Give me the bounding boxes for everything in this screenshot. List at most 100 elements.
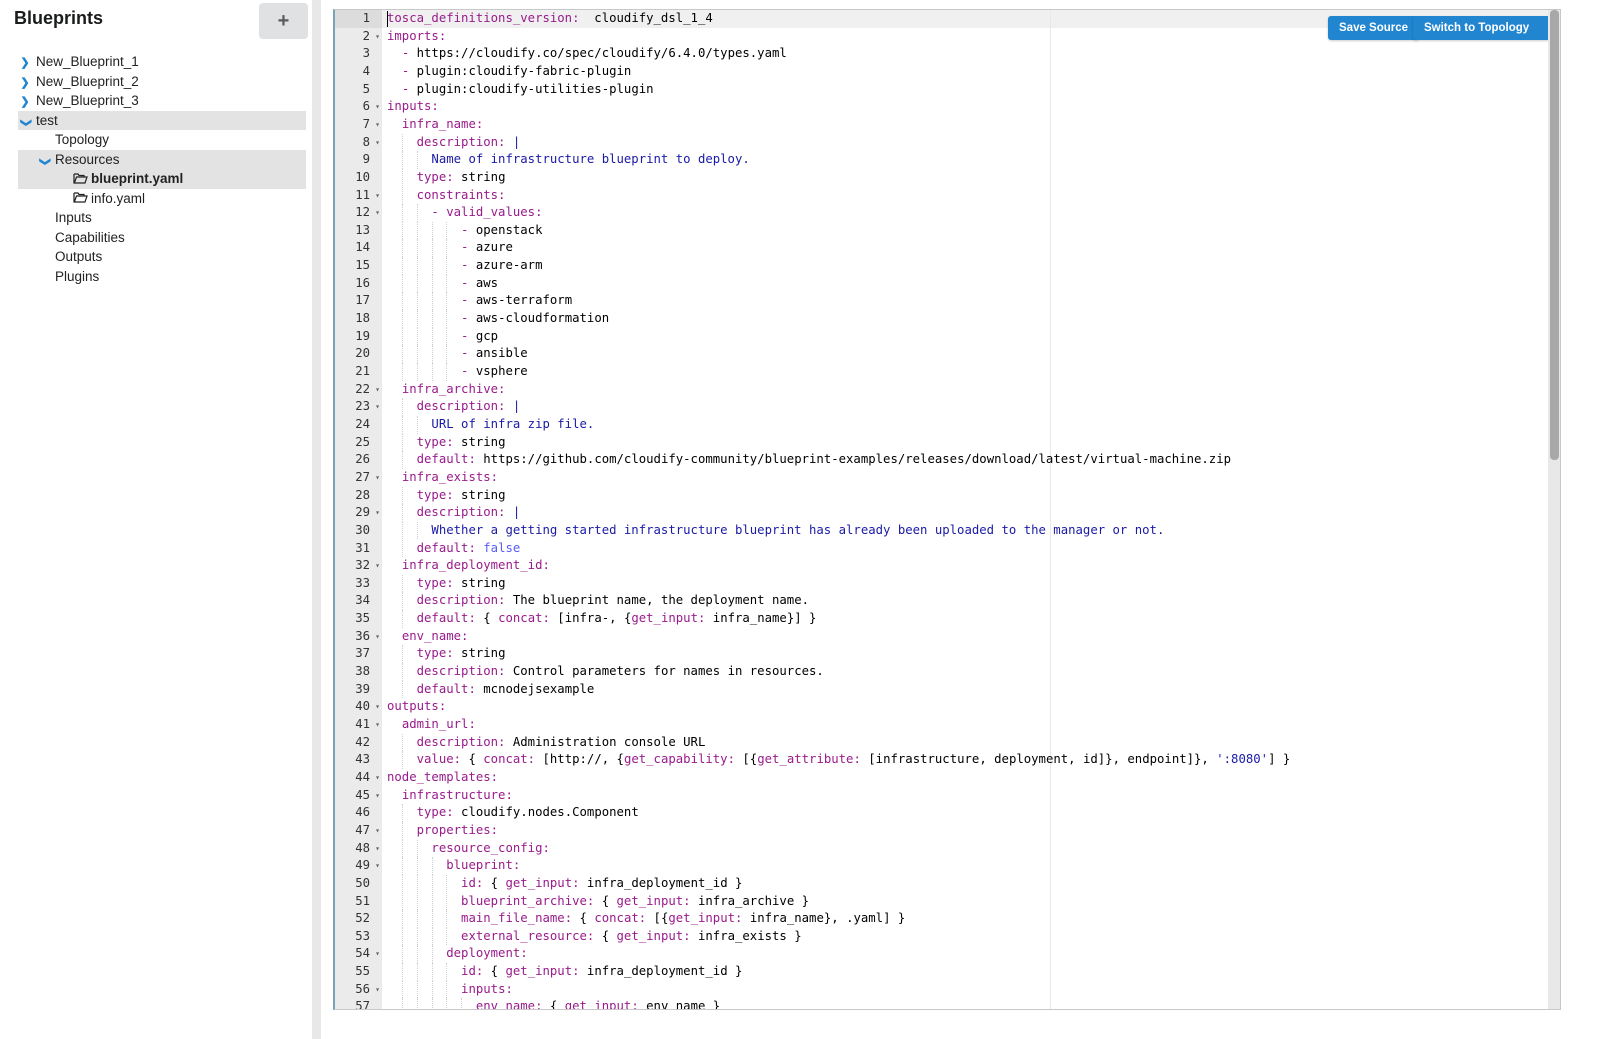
indent-guide [401, 186, 403, 205]
tree-item-label: New_Blueprint_1 [36, 54, 139, 69]
fold-toggle-icon[interactable]: ▾ [375, 134, 380, 152]
add-blueprint-button[interactable]: + [259, 3, 308, 39]
fold-toggle-icon[interactable]: ▾ [375, 116, 380, 134]
line-number: 11 ▾ [335, 187, 382, 205]
yaml-value-token: string [453, 487, 506, 502]
indent-guide [401, 504, 403, 522]
line-number-text: 51 [355, 893, 370, 908]
code-line: default: false [387, 540, 521, 558]
code-area[interactable]: tosca_definitions_version: cloudify_dsl_… [382, 10, 1560, 1009]
code-line: env_name: [387, 628, 469, 646]
tree-item-new-blueprint-1[interactable]: ❯ New_Blueprint_1 [18, 52, 306, 72]
code-line: imports: [387, 28, 446, 46]
indent-guide [431, 857, 433, 875]
indent-guide [401, 451, 403, 469]
line-number: 48 ▾ [335, 840, 382, 858]
yaml-source-editor[interactable]: 1 2 ▾ 3 4 5 6 ▾ 7 ▾ 8 ▾ 9 10 11 ▾ 12 ▾ 13 14 15 16 17 18 19 20 21 2… [333, 9, 1561, 1010]
fold-toggle-icon[interactable]: ▾ [375, 28, 380, 46]
code-line: infra_deployment_id: [387, 557, 550, 575]
yaml-key-token: id: [461, 875, 484, 890]
fold-toggle-icon[interactable]: ▾ [375, 398, 380, 416]
fold-toggle-icon[interactable]: ▾ [375, 628, 380, 646]
tree-item-inputs[interactable]: Inputs [18, 208, 306, 228]
code-line: - ansible [387, 345, 528, 363]
code-line: - vsphere [387, 363, 528, 381]
yaml-value-token: azure-arm [475, 258, 543, 273]
line-number-text: 8 [362, 134, 370, 149]
fold-toggle-icon[interactable]: ▾ [375, 557, 380, 575]
switch-to-topology-button[interactable]: Switch to Topology view [1413, 16, 1560, 58]
indent-guide [401, 574, 403, 593]
code-line: Whether a getting started infrastructure… [387, 522, 1164, 540]
code-line: type: string [387, 434, 506, 452]
save-source-button[interactable]: Save Source [1328, 16, 1420, 40]
line-number: 24 [335, 416, 382, 434]
tree-item-blueprint-yaml[interactable]: blueprint.yaml [18, 169, 306, 189]
fold-toggle-icon[interactable]: ▾ [375, 698, 380, 716]
indent-guide [416, 910, 418, 928]
indent-guide [401, 874, 403, 893]
vertical-scrollbar[interactable] [1548, 10, 1560, 1009]
fold-toggle-icon[interactable]: ▾ [375, 945, 380, 963]
code-line: inputs: [387, 98, 439, 116]
line-number-text: 15 [355, 258, 370, 273]
yaml-string-token: | [505, 399, 521, 414]
fold-toggle-icon[interactable]: ▾ [375, 769, 380, 787]
line-number-text: 33 [355, 575, 370, 590]
yaml-value-token: infra_archive } [690, 893, 810, 908]
fold-toggle-icon[interactable]: ▾ [375, 840, 380, 858]
yaml-key-token: admin_url: [401, 717, 476, 731]
fold-toggle-icon[interactable]: ▾ [375, 857, 380, 875]
fold-toggle-icon[interactable]: ▾ [375, 787, 380, 805]
yaml-value-token: plugin:cloudify-utilities-plugin [416, 81, 654, 96]
chevron-down-icon[interactable]: ❯ [15, 115, 35, 129]
code-line: external_resource: { get_input: infra_ex… [387, 928, 802, 946]
indent-guide [416, 327, 418, 346]
tree-item-info-yaml[interactable]: info.yaml [18, 189, 306, 209]
line-number: 50 [335, 875, 382, 893]
indent-guide [401, 292, 403, 311]
yaml-key-token: default: [416, 540, 476, 555]
indent-guide [401, 733, 403, 752]
yaml-key-token: - [401, 63, 417, 78]
code-line: type: string [387, 575, 506, 593]
tree-item-test[interactable]: ❯ test [15, 110, 306, 130]
line-number-text: 49 [355, 858, 370, 873]
tree-item-capabilities[interactable]: Capabilities [18, 228, 306, 248]
tree-item-new-blueprint-2[interactable]: ❯ New_Blueprint_2 [18, 72, 306, 92]
tree-item-new-blueprint-3[interactable]: ❯ New_Blueprint_3 [18, 91, 306, 111]
tree-item-topology[interactable]: Topology [18, 130, 306, 150]
code-line: URL of infra zip file. [387, 416, 594, 434]
fold-toggle-icon[interactable]: ▾ [375, 469, 380, 487]
tree-item-resources[interactable]: ❯ Resources [18, 149, 306, 169]
fold-toggle-icon[interactable]: ▾ [375, 187, 380, 205]
indent-guide [401, 133, 403, 152]
blueprint-tree: ❯ New_Blueprint_1 ❯ New_Blueprint_2 ❯ New_B… [18, 52, 306, 286]
fold-toggle-icon[interactable]: ▾ [375, 381, 380, 399]
line-number-text: 52 [355, 911, 370, 926]
yaml-string-token: URL of infra zip file. [431, 416, 595, 431]
tree-item-outputs[interactable]: Outputs [18, 247, 306, 267]
line-number: 42 [335, 734, 382, 752]
resize-divider[interactable] [312, 0, 321, 1039]
yaml-key-token: infra_deployment_id: [401, 558, 550, 573]
scrollbar-thumb[interactable] [1550, 10, 1559, 460]
line-number: 52 [335, 910, 382, 928]
fold-toggle-icon[interactable]: ▾ [375, 504, 380, 522]
yaml-value-token: { [572, 911, 595, 926]
indent-guide [446, 239, 448, 258]
fold-toggle-icon[interactable]: ▾ [375, 822, 380, 840]
code-line: blueprint_archive: { get_input: infra_ar… [387, 893, 809, 911]
yaml-key-token: concat: [498, 611, 550, 626]
yaml-value-token: Control parameters for names in resource… [505, 664, 824, 679]
tree-item-plugins[interactable]: Plugins [18, 267, 306, 287]
chevron-down-icon[interactable]: ❯ [34, 154, 54, 168]
fold-toggle-icon[interactable]: ▾ [375, 981, 380, 999]
line-number-text: 9 [362, 152, 370, 167]
line-number-text: 6 [362, 99, 370, 114]
fold-toggle-icon[interactable]: ▾ [375, 204, 380, 222]
fold-toggle-icon[interactable]: ▾ [375, 716, 380, 734]
fold-toggle-icon[interactable]: ▾ [375, 98, 380, 116]
line-number-text: 47 [355, 822, 370, 837]
yaml-value-token: vsphere [475, 364, 528, 378]
